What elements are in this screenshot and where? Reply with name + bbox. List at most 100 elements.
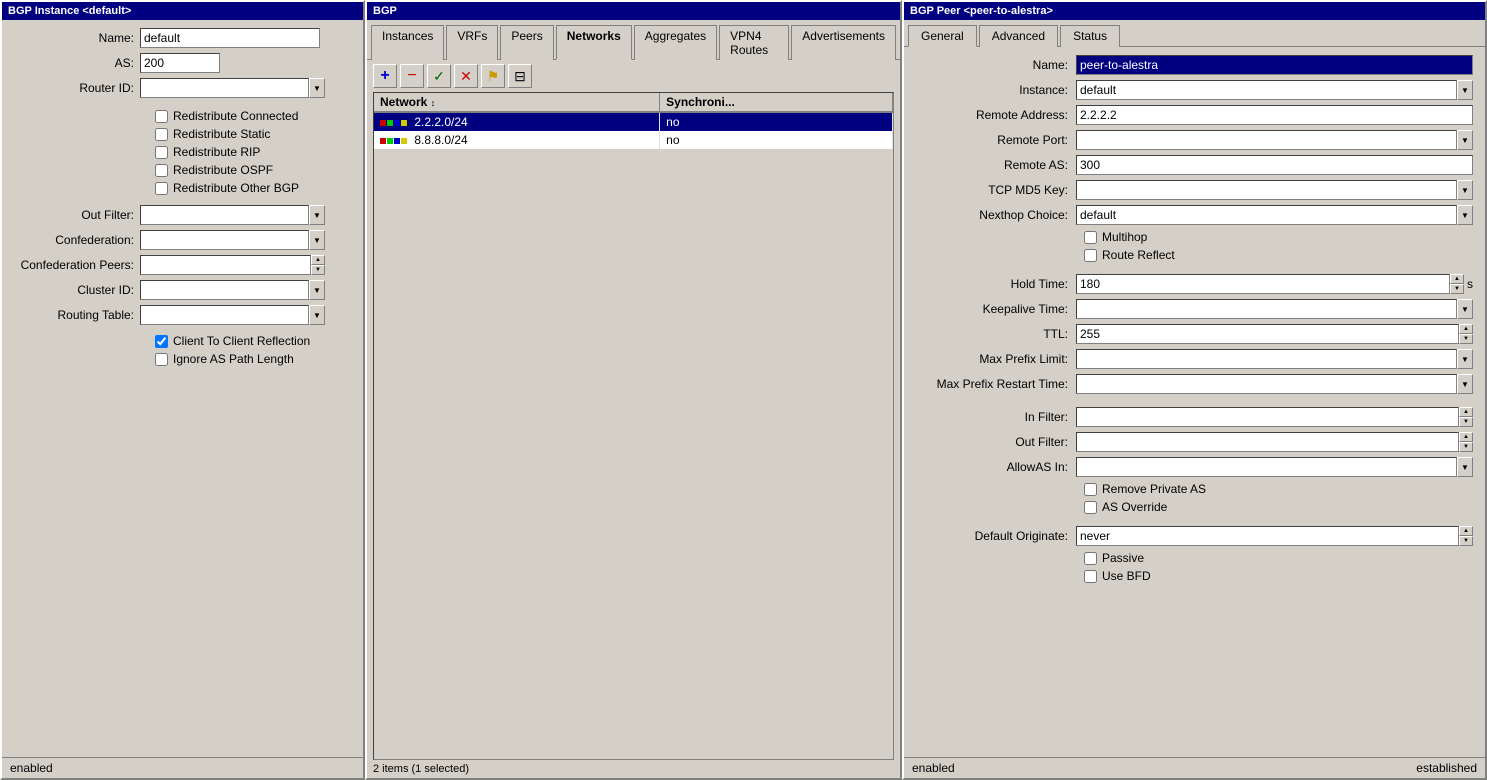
redistribute-rip-checkbox[interactable] <box>155 146 168 159</box>
right-panel-content: Name: Instance: ▼ Remote Address: Remote… <box>904 47 1485 757</box>
max-prefix-restart-dropdown-btn[interactable]: ▼ <box>1457 374 1473 394</box>
col-network[interactable]: Network ↕ <box>374 93 660 112</box>
confederation-peers-down[interactable]: ▼ <box>311 265 325 275</box>
max-prefix-limit-input[interactable] <box>1076 349 1457 369</box>
ignore-as-path-label: Ignore AS Path Length <box>173 352 294 366</box>
cluster-id-input[interactable] <box>140 280 309 300</box>
tcp-md5-row: TCP MD5 Key: ▼ <box>916 180 1473 200</box>
nexthop-choice-input[interactable] <box>1076 205 1457 225</box>
confederation-peers-up[interactable]: ▲ <box>311 255 325 265</box>
in-filter-down[interactable]: ▼ <box>1459 417 1473 427</box>
default-originate-down[interactable]: ▼ <box>1459 536 1473 546</box>
sync-cell: no <box>660 131 893 149</box>
left-status-text: enabled <box>10 761 53 775</box>
table-row[interactable]: 2.2.2.0/24 no <box>374 112 893 131</box>
peer-name-input[interactable] <box>1076 55 1473 75</box>
network-cell: 2.2.2.0/24 <box>374 112 660 131</box>
cluster-id-dropdown-btn[interactable]: ▼ <box>309 280 325 300</box>
routing-table-dropdown-btn[interactable]: ▼ <box>309 305 325 325</box>
peer-instance-dropdown-btn[interactable]: ▼ <box>1457 80 1473 100</box>
tcp-md5-dropdown-btn[interactable]: ▼ <box>1457 180 1473 200</box>
in-filter-input[interactable] <box>1076 407 1459 427</box>
name-input[interactable] <box>140 28 320 48</box>
out-filter-dropdown-btn[interactable]: ▼ <box>309 205 325 225</box>
tab-advanced[interactable]: Advanced <box>979 25 1058 47</box>
routerid-field: ▼ <box>140 78 325 98</box>
right-out-filter-input[interactable] <box>1076 432 1459 452</box>
flag-button[interactable]: ⚑ <box>481 64 505 88</box>
remote-address-input[interactable] <box>1076 105 1473 125</box>
remote-port-dropdown-btn[interactable]: ▼ <box>1457 130 1473 150</box>
as-input[interactable] <box>140 53 220 73</box>
cluster-id-label: Cluster ID: <box>10 283 140 297</box>
confederation-field: ▼ <box>140 230 325 250</box>
right-out-filter-up[interactable]: ▲ <box>1459 432 1473 442</box>
max-prefix-limit-dropdown-btn[interactable]: ▼ <box>1457 349 1473 369</box>
tab-aggregates[interactable]: Aggregates <box>634 25 717 60</box>
tab-status[interactable]: Status <box>1060 25 1120 47</box>
redistribute-connected-checkbox[interactable] <box>155 110 168 123</box>
keepalive-input[interactable] <box>1076 299 1457 319</box>
default-originate-input[interactable] <box>1076 526 1459 546</box>
route-reflect-checkbox[interactable] <box>1084 249 1097 262</box>
remove-button[interactable]: − <box>400 64 424 88</box>
ignore-as-path-checkbox[interactable] <box>155 353 168 366</box>
bgp-instance-panel: BGP Instance <default> Name: AS: Router … <box>0 0 365 780</box>
tab-instances[interactable]: Instances <box>371 25 444 60</box>
client-to-client-checkbox[interactable] <box>155 335 168 348</box>
confederation-input[interactable] <box>140 230 309 250</box>
hold-time-input[interactable] <box>1076 274 1450 294</box>
remote-port-input[interactable] <box>1076 130 1457 150</box>
hold-time-row: Hold Time: ▲ ▼ s <box>916 274 1473 294</box>
confederation-peers-input[interactable] <box>140 255 311 275</box>
passive-checkbox[interactable] <box>1084 552 1097 565</box>
routerid-input[interactable] <box>140 78 309 98</box>
remove-private-as-checkbox[interactable] <box>1084 483 1097 496</box>
redistribute-ospf-checkbox[interactable] <box>155 164 168 177</box>
col-synchroni[interactable]: Synchroni... <box>660 93 893 112</box>
networks-table: Network ↕ Synchroni... 2.2.2.0/24 <box>374 93 893 149</box>
tcp-md5-input[interactable] <box>1076 180 1457 200</box>
allowas-in-dropdown-btn[interactable]: ▼ <box>1457 457 1473 477</box>
redistribute-static-checkbox[interactable] <box>155 128 168 141</box>
hold-time-down[interactable]: ▼ <box>1450 284 1464 294</box>
nexthop-choice-dropdown-btn[interactable]: ▼ <box>1457 205 1473 225</box>
right-out-filter-down[interactable]: ▼ <box>1459 442 1473 452</box>
confederation-row: Confederation: ▼ <box>10 230 355 250</box>
remote-as-input[interactable] <box>1076 155 1473 175</box>
cancel-button[interactable]: ✕ <box>454 64 478 88</box>
out-filter-input[interactable] <box>140 205 309 225</box>
ttl-up[interactable]: ▲ <box>1459 324 1473 334</box>
default-originate-up[interactable]: ▲ <box>1459 526 1473 536</box>
routing-table-input[interactable] <box>140 305 309 325</box>
hold-time-up[interactable]: ▲ <box>1450 274 1464 284</box>
multihop-checkbox[interactable] <box>1084 231 1097 244</box>
allowas-in-row: AllowAS In: ▼ <box>916 457 1473 477</box>
add-button[interactable]: + <box>373 64 397 88</box>
default-originate-field: ▲ ▼ <box>1076 526 1473 546</box>
tab-peers[interactable]: Peers <box>500 25 553 60</box>
keepalive-dropdown-btn[interactable]: ▼ <box>1457 299 1473 319</box>
tab-networks[interactable]: Networks <box>556 25 632 60</box>
left-panel-title: BGP Instance <default> <box>2 2 363 20</box>
tab-advertisements[interactable]: Advertisements <box>791 25 896 60</box>
redistribute-other-bgp-checkbox[interactable] <box>155 182 168 195</box>
table-row[interactable]: 8.8.8.0/24 no <box>374 131 893 149</box>
confederation-peers-spin: ▲ ▼ <box>311 255 325 275</box>
tab-vrfs[interactable]: VRFs <box>446 25 498 60</box>
filter-button[interactable]: ⊟ <box>508 64 532 88</box>
tab-general[interactable]: General <box>908 25 977 47</box>
confederation-dropdown-btn[interactable]: ▼ <box>309 230 325 250</box>
peer-instance-input[interactable] <box>1076 80 1457 100</box>
apply-button[interactable]: ✓ <box>427 64 451 88</box>
routing-table-row: Routing Table: ▼ <box>10 305 355 325</box>
routerid-dropdown-btn[interactable]: ▼ <box>309 78 325 98</box>
as-override-checkbox[interactable] <box>1084 501 1097 514</box>
allowas-in-input[interactable] <box>1076 457 1457 477</box>
use-bfd-checkbox[interactable] <box>1084 570 1097 583</box>
tab-vpn4-routes[interactable]: VPN4 Routes <box>719 25 789 60</box>
in-filter-up[interactable]: ▲ <box>1459 407 1473 417</box>
ttl-down[interactable]: ▼ <box>1459 334 1473 344</box>
ttl-input[interactable] <box>1076 324 1459 344</box>
max-prefix-restart-input[interactable] <box>1076 374 1457 394</box>
